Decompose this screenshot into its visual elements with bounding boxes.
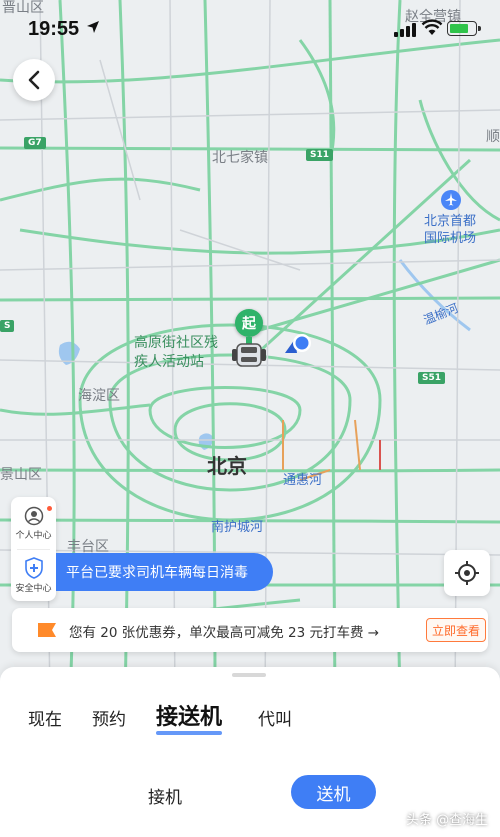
- locate-button[interactable]: [444, 550, 490, 596]
- shield-plus-icon: [24, 556, 43, 579]
- airport-icon: [441, 190, 461, 210]
- personal-center-label: 个人中心: [15, 530, 52, 541]
- notice-text: 平台已要求司机车辆每日消毒: [66, 565, 248, 581]
- tab-reserve[interactable]: 预约: [92, 705, 126, 730]
- map-label-airport: 北京首都 国际机场: [424, 214, 477, 246]
- drag-handle[interactable]: [232, 673, 266, 677]
- map-label-beiqijia: 北七家镇: [212, 150, 268, 166]
- watermark: 头条 @查海生: [406, 813, 489, 828]
- tab-now[interactable]: 现在: [28, 705, 62, 730]
- battery-icon: [447, 21, 481, 36]
- safety-center-label: 安全中心: [15, 583, 52, 594]
- location-arrow-icon: [86, 20, 100, 38]
- map-label-nanhu-river: 南护城河: [211, 520, 264, 535]
- road-shield-s11: S11: [306, 149, 334, 161]
- road-shield-s51: S51: [418, 372, 446, 384]
- crosshair-icon: [455, 561, 479, 585]
- status-time: 19:55: [28, 18, 80, 40]
- coupon-text: 您有 20 张优惠券，单次最高可减免 23 元打车费 →: [69, 625, 380, 641]
- coupon-flag-icon: [38, 623, 56, 637]
- user-icon: [24, 506, 43, 525]
- map-view[interactable]: 晋山区 赵全营镇 北七家镇 北京首都 国际机场 高原街社区残 疾人活动站 海淀区…: [0, 0, 500, 700]
- wifi-icon: [421, 19, 443, 40]
- tab-airport-transfer-label: 接送机: [156, 705, 223, 730]
- back-button[interactable]: [13, 59, 55, 101]
- map-label-shijingshan: 景山区: [0, 467, 42, 483]
- coupon-banner[interactable]: 您有 20 张优惠券，单次最高可减免 23 元打车费 → 立即查看: [12, 608, 488, 652]
- notification-dot: [47, 506, 52, 511]
- side-button-group: 个人中心 安全中心: [11, 497, 56, 601]
- status-bar: 19:55: [0, 0, 500, 54]
- map-label-right-cut: 顺: [486, 129, 500, 145]
- signal-icon: [394, 22, 416, 41]
- chevron-left-icon: [28, 70, 40, 90]
- map-label-tonghui-river: 通惠河: [283, 473, 323, 488]
- dropoff-tab[interactable]: 送机: [291, 775, 376, 809]
- tab-airport-transfer[interactable]: 接送机: [156, 699, 223, 735]
- active-tab-underline: [156, 731, 223, 735]
- start-marker[interactable]: 起: [235, 309, 263, 337]
- map-label-beijing: 北京: [207, 454, 247, 478]
- road-shield-left: S: [0, 320, 15, 332]
- pickup-tab[interactable]: 接机: [148, 783, 182, 808]
- map-label-haidian: 海淀区: [78, 388, 120, 404]
- personal-center-button[interactable]: 个人中心: [11, 497, 56, 549]
- road-shield-g7: G7: [24, 137, 46, 149]
- safety-center-button[interactable]: 安全中心: [11, 549, 56, 601]
- tab-call-for-others[interactable]: 代叫: [258, 705, 292, 730]
- car-icon: [229, 340, 269, 370]
- sanitization-notice[interactable]: 平台已要求司机车辆每日消毒: [56, 553, 273, 591]
- view-now-button[interactable]: 立即查看: [426, 618, 486, 642]
- map-label-gaoyuan: 高原街社区残 疾人活动站: [134, 335, 218, 370]
- current-location-icon: [283, 331, 317, 357]
